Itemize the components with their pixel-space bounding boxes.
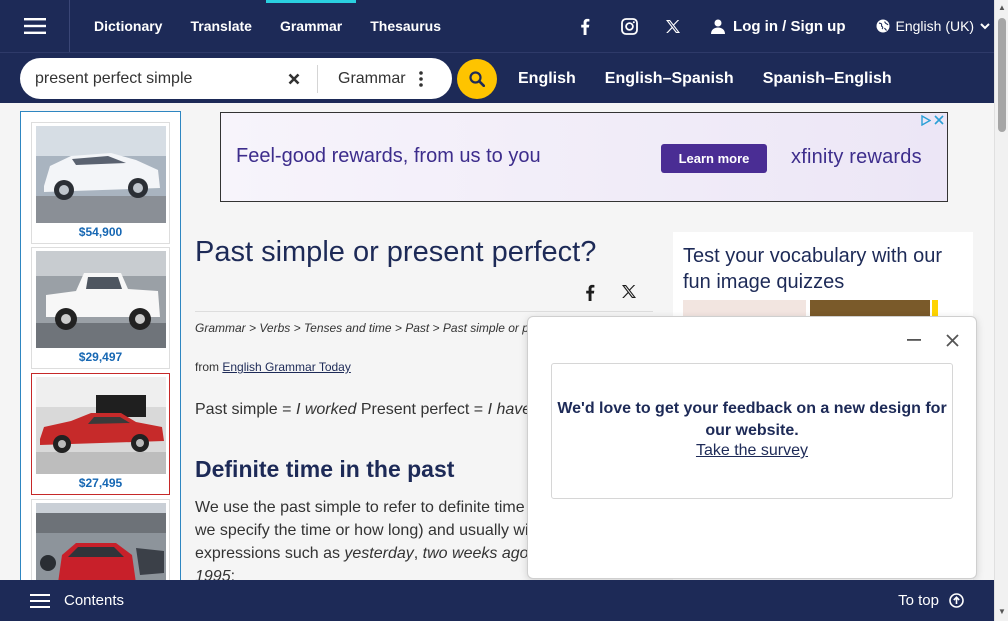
page-title: Past simple or present perfect?: [195, 236, 597, 268]
car-image: [36, 126, 166, 223]
top-navigation: Dictionary Translate Grammar Thesaurus L…: [0, 0, 994, 52]
language-selector[interactable]: English (UK): [876, 18, 991, 34]
nav-translate[interactable]: Translate: [176, 0, 265, 52]
adchoices-icon[interactable]: [921, 115, 931, 126]
scroll-up-arrow[interactable]: ▲: [998, 3, 1006, 12]
more-vertical-icon[interactable]: [410, 64, 432, 94]
search-divider: [317, 64, 318, 93]
search-button[interactable]: [457, 59, 497, 99]
dict-link-english[interactable]: English: [518, 70, 576, 88]
contents-label: Contents: [64, 592, 125, 609]
close-icon[interactable]: [942, 330, 962, 350]
share-x-icon[interactable]: [621, 284, 637, 304]
banner-learn-more-button[interactable]: Learn more: [661, 144, 767, 173]
car-ad-card[interactable]: [31, 499, 170, 580]
feedback-card: We'd love to get your feedback on a new …: [551, 363, 953, 499]
paragraph-text: ,: [413, 545, 423, 562]
scroll-thumb[interactable]: [998, 18, 1006, 132]
nav-thesaurus[interactable]: Thesaurus: [356, 0, 455, 52]
banner-ad[interactable]: Feel-good rewards, from us to you Learn …: [220, 112, 948, 202]
x-icon[interactable]: [651, 0, 695, 52]
share-bar: [195, 280, 653, 312]
paragraph-line: expressions such as: [195, 545, 345, 562]
dict-link-spanish-english[interactable]: Spanish–English: [763, 70, 892, 88]
arrow-up-circle-icon: [949, 593, 964, 608]
facebook-icon[interactable]: [563, 0, 607, 52]
user-icon: [711, 19, 726, 34]
menu-icon: [30, 593, 50, 608]
feedback-message: We'd love to get your feedback on a new …: [557, 400, 947, 439]
car-price: $54,900: [78, 225, 123, 239]
paragraph-italic: yesterday: [344, 545, 414, 562]
car-image: [36, 503, 166, 580]
to-top-label: To top: [898, 592, 939, 609]
section-paragraph: We use the past simple to refer to defin…: [195, 496, 535, 588]
login-label: Log in / Sign up: [733, 17, 846, 35]
car-image: [36, 377, 166, 474]
example-line: Past simple = I worked Present perfect =…: [195, 401, 531, 419]
dictionary-select[interactable]: Grammar: [338, 70, 408, 88]
example-label: Present perfect =: [356, 401, 488, 418]
to-top-button[interactable]: To top: [898, 580, 964, 621]
instagram-icon[interactable]: [607, 0, 651, 52]
example-value: I worked: [295, 401, 357, 418]
ad-choices[interactable]: [921, 115, 944, 126]
minimize-icon[interactable]: [904, 330, 924, 350]
page-scrollbar[interactable]: ▲ ▼: [994, 0, 1008, 621]
main-nav: Dictionary Translate Grammar Thesaurus: [80, 0, 455, 52]
clear-icon[interactable]: [279, 64, 309, 94]
paragraph-line: We use the past simple to refer to defin…: [195, 499, 525, 516]
dictionary-links: English English–Spanish Spanish–English: [518, 53, 892, 104]
language-label: English (UK): [895, 18, 975, 34]
example-value: I have: [487, 401, 532, 418]
social-links: [563, 0, 695, 52]
feedback-popup: We'd love to get your feedback on a new …: [527, 316, 977, 579]
source-link[interactable]: English Grammar Today: [222, 360, 351, 374]
example-label: Past simple =: [195, 401, 296, 418]
search-bar: Grammar English English–Spanish Spanish–…: [0, 52, 994, 103]
paragraph-line: we specify the time or how long) and usu…: [195, 522, 529, 539]
source-line: from English Grammar Today: [195, 360, 351, 374]
login-link[interactable]: Log in / Sign up: [711, 17, 846, 35]
bottom-bar: Contents To top: [0, 580, 994, 621]
car-ad-card[interactable]: $27,495: [31, 373, 170, 495]
dict-link-english-spanish[interactable]: English–Spanish: [605, 70, 734, 88]
menu-icon[interactable]: [0, 0, 70, 52]
close-ad-icon[interactable]: [934, 115, 944, 125]
section-heading: Definite time in the past: [195, 456, 455, 482]
source-label: from: [195, 360, 223, 374]
banner-ad-text: Feel-good rewards, from us to you: [236, 145, 541, 167]
scroll-down-arrow[interactable]: ▼: [998, 607, 1006, 616]
search-box: Grammar: [20, 58, 452, 99]
paragraph-italic: two weeks ago: [422, 545, 529, 562]
search-input[interactable]: [35, 69, 275, 88]
car-price: $27,495: [78, 476, 123, 490]
search-icon: [469, 71, 485, 87]
breadcrumb[interactable]: Grammar > Verbs > Tenses and time > Past…: [195, 321, 529, 335]
quiz-title: Test your vocabulary with our fun image …: [683, 245, 943, 293]
survey-link[interactable]: Take the survey: [552, 442, 952, 460]
car-ad-card[interactable]: $29,497: [31, 247, 170, 369]
nav-dictionary[interactable]: Dictionary: [80, 0, 176, 52]
left-ad-column: $54,900 $29,497 $27,495: [20, 111, 181, 581]
car-ad-card[interactable]: $54,900: [31, 122, 170, 244]
car-image: [36, 251, 166, 348]
chevron-down-icon: [980, 22, 990, 29]
car-price: $29,497: [78, 350, 123, 364]
share-facebook-icon[interactable]: [585, 284, 595, 306]
banner-brand-logo: xfinity rewards: [791, 146, 922, 168]
nav-grammar[interactable]: Grammar: [265, 0, 357, 52]
globe-icon: [876, 19, 890, 33]
contents-button[interactable]: Contents: [30, 592, 124, 609]
